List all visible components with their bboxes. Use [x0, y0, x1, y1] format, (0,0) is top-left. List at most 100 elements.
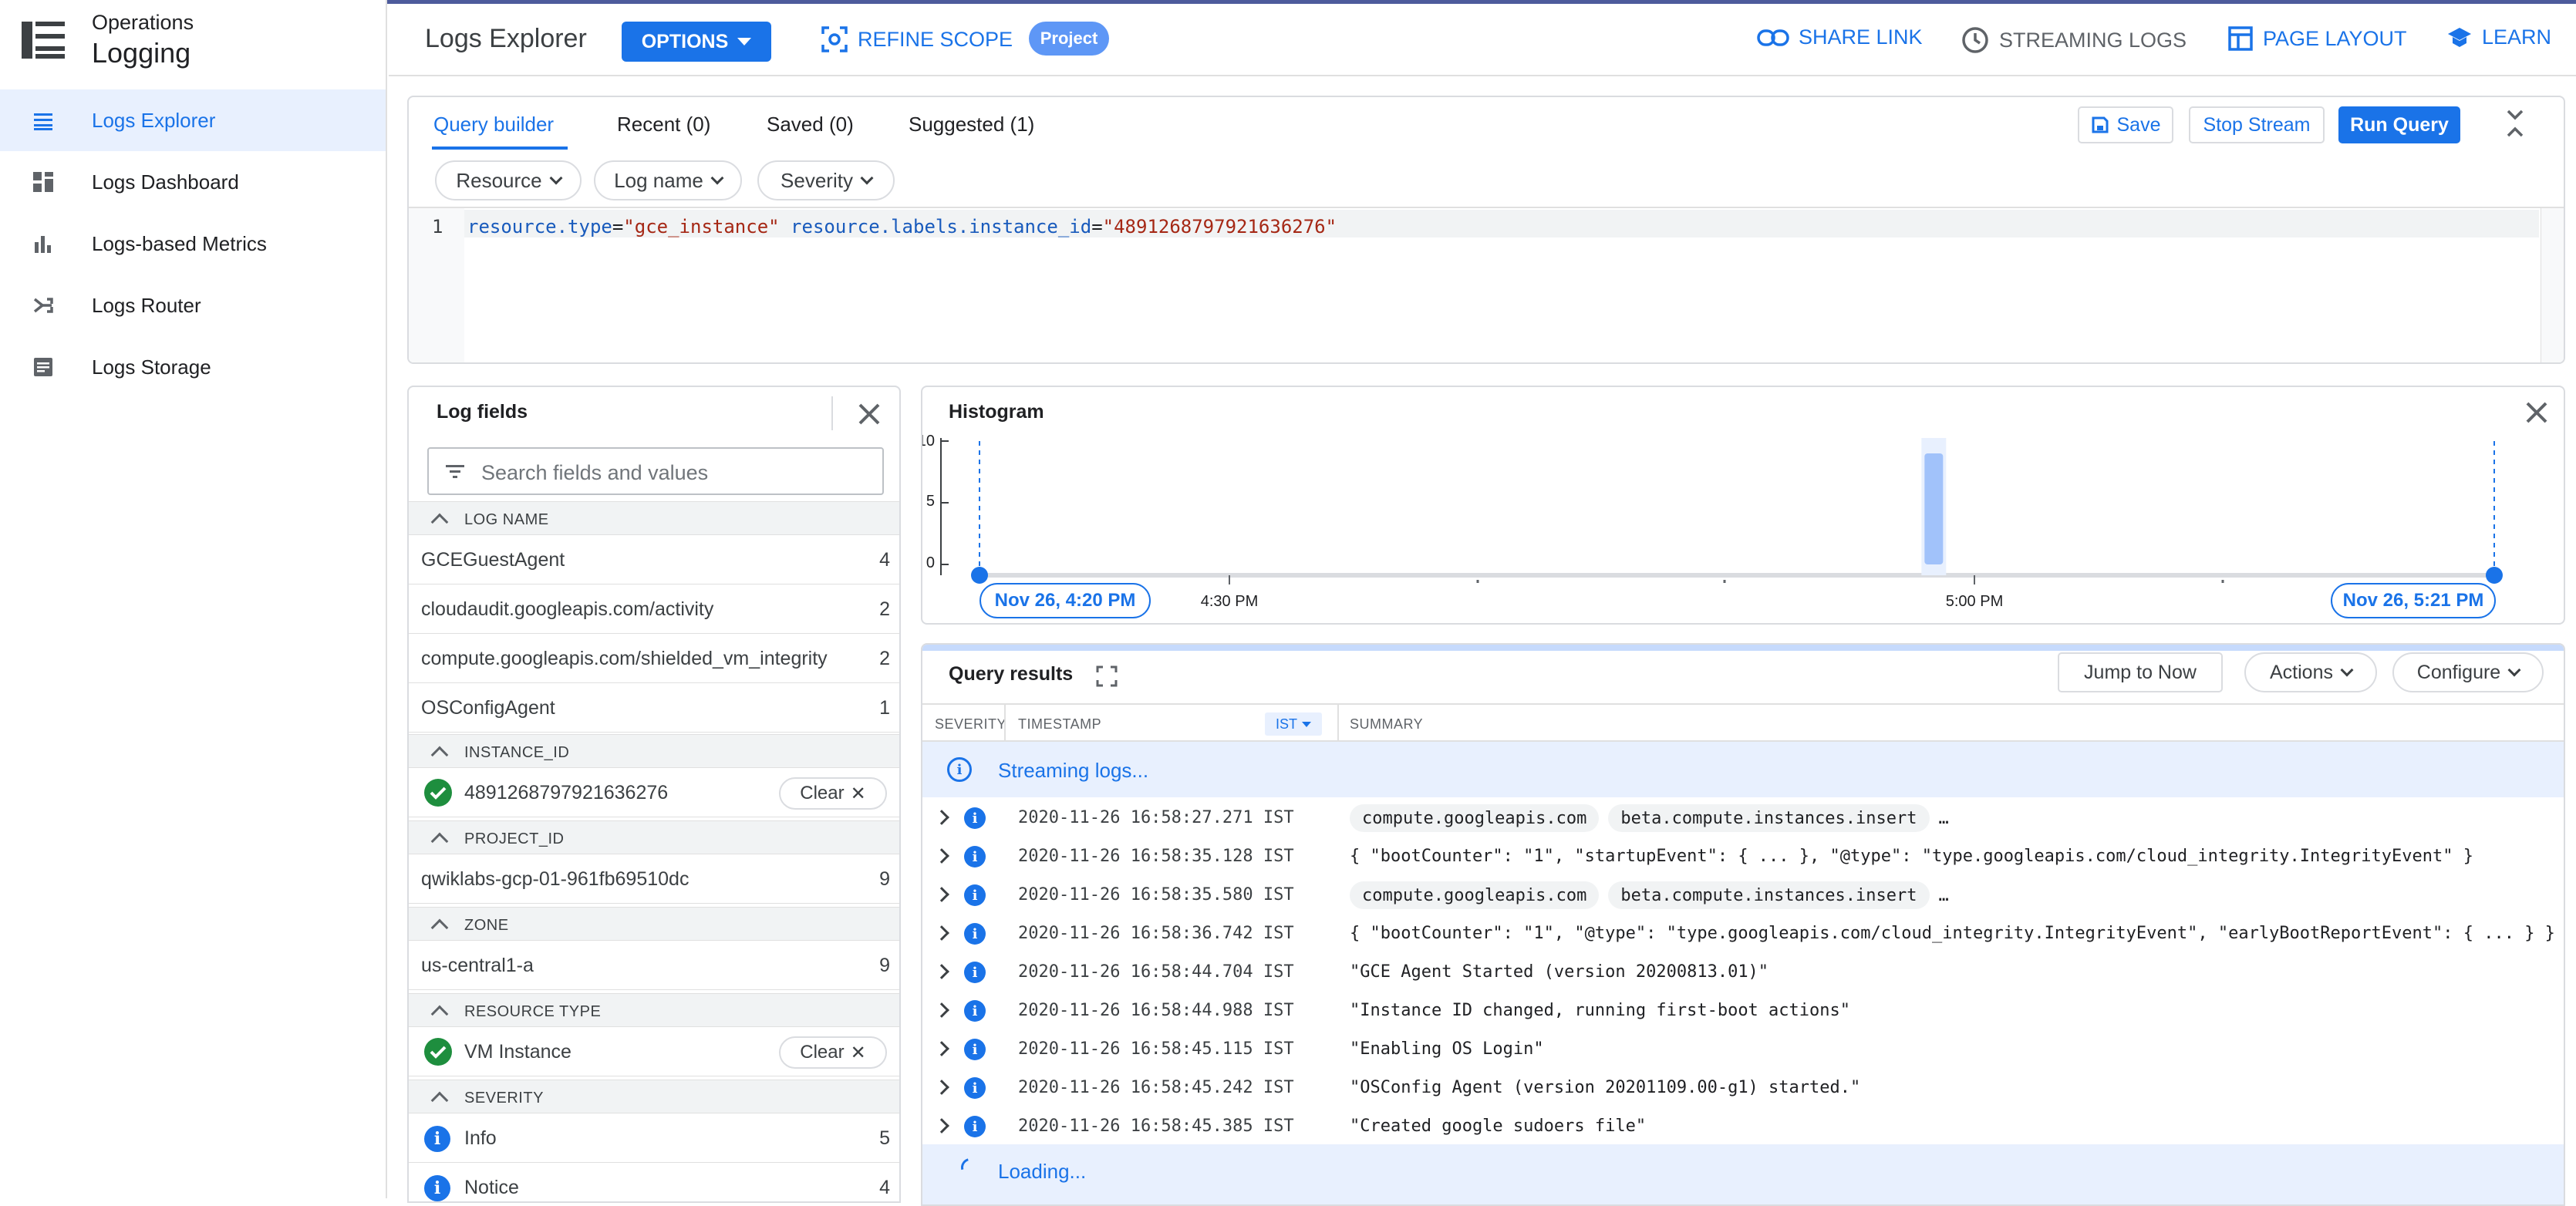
log-entry-row[interactable]: i 2020-11-26 16:58:45.115 IST "Enabling OS…: [922, 1030, 2564, 1069]
close-icon[interactable]: [858, 403, 881, 426]
log-entry-row[interactable]: i 2020-11-26 16:58:44.704 IST "GCE Agent S…: [922, 953, 2564, 992]
field-search-input[interactable]: Search fields and values: [427, 447, 884, 495]
save-query-button[interactable]: Save: [2078, 106, 2173, 143]
log-name-filter-dropdown[interactable]: Log name: [594, 160, 742, 200]
page-layout-button[interactable]: PAGE LAYOUT: [2227, 25, 2407, 52]
field-value: cloudaudit.googleapis.com/activity: [421, 598, 714, 620]
actions-dropdown[interactable]: Actions: [2244, 652, 2377, 692]
range-start-label[interactable]: Nov 26, 4:20 PM: [979, 583, 1151, 618]
close-icon: ✕: [850, 783, 866, 804]
range-end-handle[interactable]: [2486, 567, 2503, 584]
log-entry-row[interactable]: i 2020-11-26 16:58:45.242 IST "OSConfig Ag…: [922, 1069, 2564, 1107]
run-query-button[interactable]: Run Query: [2338, 106, 2460, 143]
summary-chip[interactable]: compute.googleapis.com: [1350, 804, 1600, 832]
resource-filter-dropdown[interactable]: Resource: [435, 160, 582, 200]
options-button[interactable]: OPTIONS: [622, 22, 771, 62]
severity-column-header[interactable]: SEVERITY: [935, 716, 1006, 733]
tab-suggested[interactable]: Suggested (1): [909, 113, 1034, 136]
column-divider[interactable]: [1337, 705, 1339, 742]
field-row[interactable]: qwiklabs-gcp-01-961fb69510dc 9: [409, 854, 899, 904]
learn-button[interactable]: LEARN: [2446, 25, 2551, 49]
sidebar-item-logs-based-metrics[interactable]: Logs-based Metrics: [0, 213, 386, 275]
severity-filter-dropdown[interactable]: Severity: [757, 160, 895, 200]
field-row-selected[interactable]: VM Instance Clear ✕: [409, 1027, 899, 1076]
summary-chip[interactable]: beta.compute.instances.insert: [1608, 804, 1930, 832]
histogram-bar[interactable]: [1924, 453, 1944, 564]
tab-query-builder[interactable]: Query builder: [433, 113, 554, 136]
editor-scrollbar[interactable]: [2541, 208, 2564, 362]
clear-instance-id-button[interactable]: Clear ✕: [779, 777, 887, 810]
info-severity-icon: i: [964, 884, 986, 906]
scope-project-chip[interactable]: Project: [1029, 22, 1109, 56]
configure-dropdown[interactable]: Configure: [2392, 652, 2544, 692]
section-resource-type[interactable]: RESOURCE TYPE: [409, 993, 899, 1027]
log-entry-row[interactable]: i 2020-11-26 16:58:36.742 IST { "bootCount…: [922, 915, 2564, 953]
summary-chip[interactable]: beta.compute.instances.insert: [1608, 881, 1930, 909]
stop-stream-button[interactable]: Stop Stream: [2189, 106, 2325, 143]
refine-scope-button[interactable]: REFINE SCOPE: [821, 25, 1013, 53]
summary-chip[interactable]: compute.googleapis.com: [1350, 881, 1600, 909]
query-operator: =: [612, 216, 624, 237]
section-zone[interactable]: ZONE: [409, 907, 899, 941]
expand-chevron-icon[interactable]: [934, 848, 949, 864]
timestamp-column-header[interactable]: TIMESTAMP: [1018, 716, 1101, 733]
jump-to-now-button[interactable]: Jump to Now: [2058, 652, 2223, 692]
log-entry-row[interactable]: i 2020-11-26 16:58:44.988 IST "Instance ID…: [922, 992, 2564, 1030]
section-project-id[interactable]: PROJECT_ID: [409, 820, 899, 854]
field-row[interactable]: i Notice 4: [409, 1163, 899, 1201]
log-entry-row[interactable]: i 2020-11-26 16:58:27.271 IST compute.goog…: [922, 799, 2564, 837]
field-row[interactable]: us-central1-a 9: [409, 941, 899, 990]
log-fields-title: Log fields: [437, 401, 528, 423]
sidebar-item-logs-dashboard[interactable]: Logs Dashboard: [0, 151, 386, 213]
streaming-status-row: i Streaming logs...: [922, 742, 2564, 797]
field-row-selected[interactable]: 4891268797921636276 Clear ✕: [409, 768, 899, 817]
field-row[interactable]: cloudaudit.googleapis.com/activity 2: [409, 584, 899, 634]
field-value: Info: [464, 1127, 497, 1149]
query-text[interactable]: resource.type="gce_instance" resource.la…: [467, 216, 1337, 237]
log-entry-row[interactable]: i 2020-11-26 16:58:35.128 IST { "bootCount…: [922, 837, 2564, 876]
column-divider[interactable]: [1004, 705, 1006, 742]
expand-chevron-icon[interactable]: [934, 964, 949, 979]
expand-chevron-icon[interactable]: [934, 810, 949, 825]
timezone-selector[interactable]: IST: [1265, 712, 1322, 736]
chevron-down-icon: [2340, 663, 2354, 677]
info-severity-icon: i: [964, 1116, 986, 1137]
range-end-label[interactable]: Nov 26, 5:21 PM: [2331, 583, 2496, 618]
logging-product-icon[interactable]: [20, 17, 66, 63]
log-entry-row[interactable]: i 2020-11-26 16:58:35.580 IST compute.goog…: [922, 876, 2564, 915]
query-editor[interactable]: 1 resource.type="gce_instance" resource.…: [409, 207, 2564, 362]
histogram-chart[interactable]: 10 5 0 4:30 PM 5:00 PM: [922, 387, 2565, 625]
expand-chevron-icon[interactable]: [934, 1041, 949, 1056]
log-entry-row[interactable]: i 2020-11-26 16:58:45.385 IST "Created goo…: [922, 1107, 2564, 1146]
range-start-handle[interactable]: [971, 567, 988, 584]
field-row[interactable]: i Info 5: [409, 1113, 899, 1163]
section-log-name[interactable]: LOG NAME: [409, 501, 899, 535]
summary-column-header[interactable]: SUMMARY: [1350, 716, 1423, 733]
expand-chevron-icon[interactable]: [934, 925, 949, 941]
tab-saved[interactable]: Saved (0): [767, 113, 854, 136]
sidebar-item-logs-router[interactable]: Logs Router: [0, 275, 386, 336]
sidebar-item-logs-storage[interactable]: Logs Storage: [0, 336, 386, 398]
fullscreen-icon[interactable]: [1095, 665, 1118, 688]
expand-chevron-icon[interactable]: [934, 887, 949, 902]
check-circle-icon: [424, 779, 452, 807]
section-instance-id[interactable]: INSTANCE_ID: [409, 734, 899, 768]
clear-resource-type-button[interactable]: Clear ✕: [779, 1036, 887, 1069]
query-value: "gce_instance": [623, 216, 780, 237]
field-row[interactable]: OSConfigAgent 1: [409, 683, 899, 733]
section-severity[interactable]: SEVERITY: [409, 1080, 899, 1113]
expand-chevron-icon[interactable]: [934, 1002, 949, 1018]
field-row[interactable]: GCEGuestAgent 4: [409, 535, 899, 584]
tab-recent[interactable]: Recent (0): [617, 113, 710, 136]
share-link-button[interactable]: SHARE LINK: [1757, 25, 1923, 49]
expand-chevron-icon[interactable]: [934, 1118, 949, 1134]
section-label: RESOURCE TYPE: [464, 1003, 602, 1020]
dashboard-icon: [33, 172, 53, 192]
field-row[interactable]: compute.googleapis.com/shielded_vm_integ…: [409, 634, 899, 683]
x-tick-label: 4:30 PM: [1201, 593, 1258, 610]
log-timestamp: 2020-11-26 16:58:44.988 IST: [1018, 1001, 1294, 1020]
collapse-icon[interactable]: [2505, 108, 2525, 139]
sidebar-item-logs-explorer[interactable]: Logs Explorer: [0, 89, 386, 151]
streaming-logs-button[interactable]: STREAMING LOGS: [1961, 25, 2187, 55]
expand-chevron-icon[interactable]: [934, 1080, 949, 1095]
